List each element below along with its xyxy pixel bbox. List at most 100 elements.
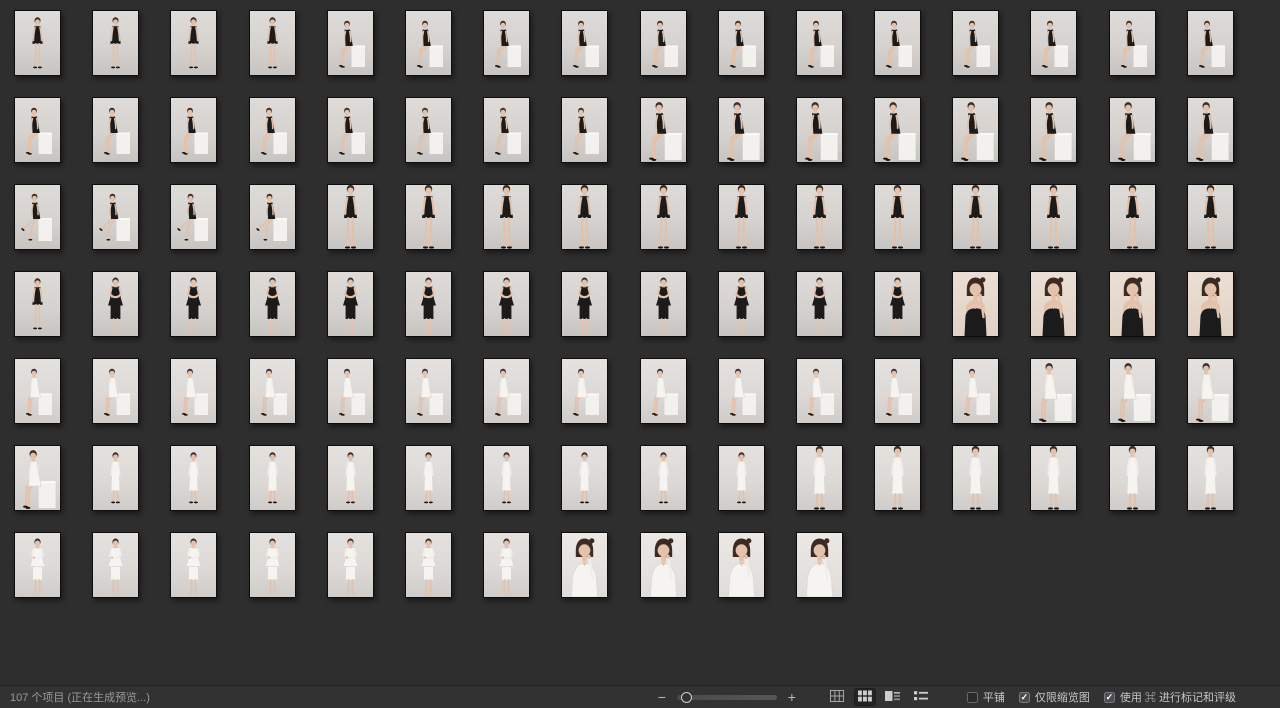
thumbnail[interactable]	[796, 358, 843, 424]
thumbnail[interactable]	[1030, 358, 1077, 424]
thumbnail[interactable]	[170, 10, 217, 76]
thumbnail[interactable]	[1187, 445, 1234, 511]
thumbnail[interactable]	[874, 184, 921, 250]
thumbnail-view-button[interactable]	[854, 688, 876, 706]
thumbnail[interactable]	[249, 358, 296, 424]
thumbnail[interactable]	[1030, 184, 1077, 250]
thumbnail[interactable]	[14, 184, 61, 250]
thumbnail[interactable]	[405, 445, 452, 511]
thumbnail[interactable]	[796, 532, 843, 598]
thumbnail[interactable]	[483, 97, 530, 163]
thumbnail[interactable]	[952, 271, 999, 337]
thumbnail[interactable]	[14, 97, 61, 163]
thumbnail[interactable]	[718, 97, 765, 163]
slider-track[interactable]	[677, 695, 777, 700]
thumbnail[interactable]	[1030, 97, 1077, 163]
thumbnail[interactable]	[483, 445, 530, 511]
thumbnail[interactable]	[170, 271, 217, 337]
thumbnail[interactable]	[796, 445, 843, 511]
thumbnail[interactable]	[640, 445, 687, 511]
thumbnail[interactable]	[561, 532, 608, 598]
thumbnail[interactable]	[92, 532, 139, 598]
thumbnail[interactable]	[640, 271, 687, 337]
thumbnail[interactable]	[170, 445, 217, 511]
tile-checkbox[interactable]	[967, 692, 978, 703]
thumbnail[interactable]	[92, 445, 139, 511]
thumbnail[interactable]	[796, 184, 843, 250]
thumbnail[interactable]	[952, 184, 999, 250]
thumbnail[interactable]	[405, 358, 452, 424]
thumbnail[interactable]	[483, 271, 530, 337]
grid-lock-view-button[interactable]	[826, 688, 848, 706]
thumbnail[interactable]	[1187, 184, 1234, 250]
thumbnail[interactable]	[640, 10, 687, 76]
thumbnail[interactable]	[952, 445, 999, 511]
thumbnail[interactable]	[796, 271, 843, 337]
thumbnail[interactable]	[14, 358, 61, 424]
thumbnail[interactable]	[952, 10, 999, 76]
thumbnail[interactable]	[561, 97, 608, 163]
thumbnail[interactable]	[561, 10, 608, 76]
thumbnail[interactable]	[405, 532, 452, 598]
thumbnail[interactable]	[1109, 10, 1156, 76]
thumbnails-only-checkbox[interactable]	[1019, 692, 1030, 703]
thumbnail[interactable]	[249, 445, 296, 511]
thumbnail[interactable]	[1109, 445, 1156, 511]
thumbnail[interactable]	[561, 358, 608, 424]
thumbnail[interactable]	[327, 358, 374, 424]
thumbnail[interactable]	[796, 10, 843, 76]
thumbnail[interactable]	[249, 10, 296, 76]
thumbnail[interactable]	[561, 184, 608, 250]
thumbnail[interactable]	[874, 97, 921, 163]
thumbnail[interactable]	[718, 10, 765, 76]
details-view-button[interactable]	[882, 688, 904, 706]
thumbnail[interactable]	[327, 184, 374, 250]
thumbnail[interactable]	[483, 532, 530, 598]
thumbnail[interactable]	[561, 271, 608, 337]
thumbnail[interactable]	[14, 445, 61, 511]
thumbnail[interactable]	[92, 271, 139, 337]
thumbnail[interactable]	[249, 532, 296, 598]
thumbnail[interactable]	[1030, 445, 1077, 511]
thumbnail[interactable]	[796, 97, 843, 163]
thumbnail[interactable]	[874, 445, 921, 511]
thumbnail-size-slider[interactable]	[677, 691, 777, 703]
thumbnail[interactable]	[1109, 271, 1156, 337]
thumbnail[interactable]	[327, 97, 374, 163]
thumbnail[interactable]	[14, 532, 61, 598]
thumbnail[interactable]	[952, 358, 999, 424]
zoom-in-button[interactable]: +	[785, 690, 799, 704]
thumbnail[interactable]	[483, 184, 530, 250]
option-tile[interactable]: 平铺	[967, 689, 1005, 705]
zoom-out-button[interactable]: −	[655, 690, 669, 704]
thumbnail[interactable]	[718, 358, 765, 424]
thumbnail[interactable]	[249, 271, 296, 337]
thumbnail[interactable]	[1187, 97, 1234, 163]
thumbnail[interactable]	[874, 358, 921, 424]
thumbnail[interactable]	[1109, 97, 1156, 163]
thumbnail[interactable]	[92, 97, 139, 163]
option-cmd-rating[interactable]: 使用 ⌘ 进行标记和评级	[1104, 689, 1236, 705]
thumbnail[interactable]	[718, 184, 765, 250]
thumbnail[interactable]	[640, 532, 687, 598]
option-thumbnails-only[interactable]: 仅限缩览图	[1019, 689, 1090, 705]
thumbnail[interactable]	[640, 358, 687, 424]
list-view-button[interactable]	[910, 688, 932, 706]
thumbnail[interactable]	[327, 445, 374, 511]
thumbnail[interactable]	[249, 184, 296, 250]
thumbnail[interactable]	[405, 184, 452, 250]
thumbnail[interactable]	[561, 445, 608, 511]
thumbnail[interactable]	[1030, 271, 1077, 337]
thumbnail[interactable]	[92, 10, 139, 76]
thumbnail[interactable]	[874, 10, 921, 76]
thumbnail[interactable]	[405, 10, 452, 76]
thumbnail[interactable]	[405, 271, 452, 337]
thumbnail[interactable]	[640, 184, 687, 250]
thumbnail[interactable]	[1109, 358, 1156, 424]
thumbnail[interactable]	[718, 445, 765, 511]
thumbnail[interactable]	[1030, 10, 1077, 76]
thumbnail[interactable]	[405, 97, 452, 163]
thumbnail[interactable]	[92, 184, 139, 250]
thumbnail[interactable]	[327, 271, 374, 337]
thumbnail[interactable]	[92, 358, 139, 424]
